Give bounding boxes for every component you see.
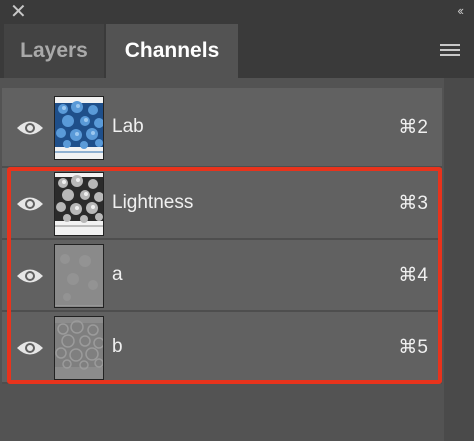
channel-thumbnail (54, 96, 104, 160)
channel-thumbnail (54, 316, 104, 380)
panel-title-bar: ✕ ‹‹ (0, 0, 474, 24)
close-icon[interactable]: ✕ (10, 1, 27, 23)
channel-shortcut: ⌘4 (398, 265, 428, 286)
hamburger-menu-icon[interactable] (440, 44, 460, 58)
channel-name: Lightness (112, 192, 194, 213)
channel-shortcut: ⌘2 (398, 117, 428, 138)
eye-visibility-icon[interactable] (16, 267, 44, 285)
tab-bar: Layers Channels (0, 24, 474, 78)
double-chevron-left-icon[interactable]: ‹‹ (457, 2, 464, 20)
eye-visibility-icon[interactable] (16, 339, 44, 357)
channels-panel: Lab ⌘2 Lightness ⌘3 a ⌘4 b ⌘5 (0, 78, 474, 441)
channel-row-lab[interactable]: Lab ⌘2 (2, 88, 442, 168)
channel-row-lightness[interactable]: Lightness ⌘3 (2, 168, 442, 240)
scrollbar-track[interactable] (444, 78, 474, 441)
channel-name: b (112, 336, 123, 357)
eye-visibility-icon[interactable] (16, 119, 44, 137)
channel-list: Lab ⌘2 Lightness ⌘3 a ⌘4 b ⌘5 (2, 88, 442, 384)
channel-thumbnail (54, 172, 104, 236)
channel-thumbnail (54, 244, 104, 308)
tab-layers[interactable]: Layers (4, 24, 104, 78)
channel-shortcut: ⌘3 (398, 193, 428, 214)
channel-name: a (112, 264, 123, 285)
channel-name: Lab (112, 116, 144, 137)
channel-shortcut: ⌘5 (398, 337, 428, 358)
tab-channels[interactable]: Channels (106, 24, 238, 78)
eye-visibility-icon[interactable] (16, 195, 44, 213)
channel-row-a[interactable]: a ⌘4 (2, 240, 442, 312)
channel-row-b[interactable]: b ⌘5 (2, 312, 442, 384)
